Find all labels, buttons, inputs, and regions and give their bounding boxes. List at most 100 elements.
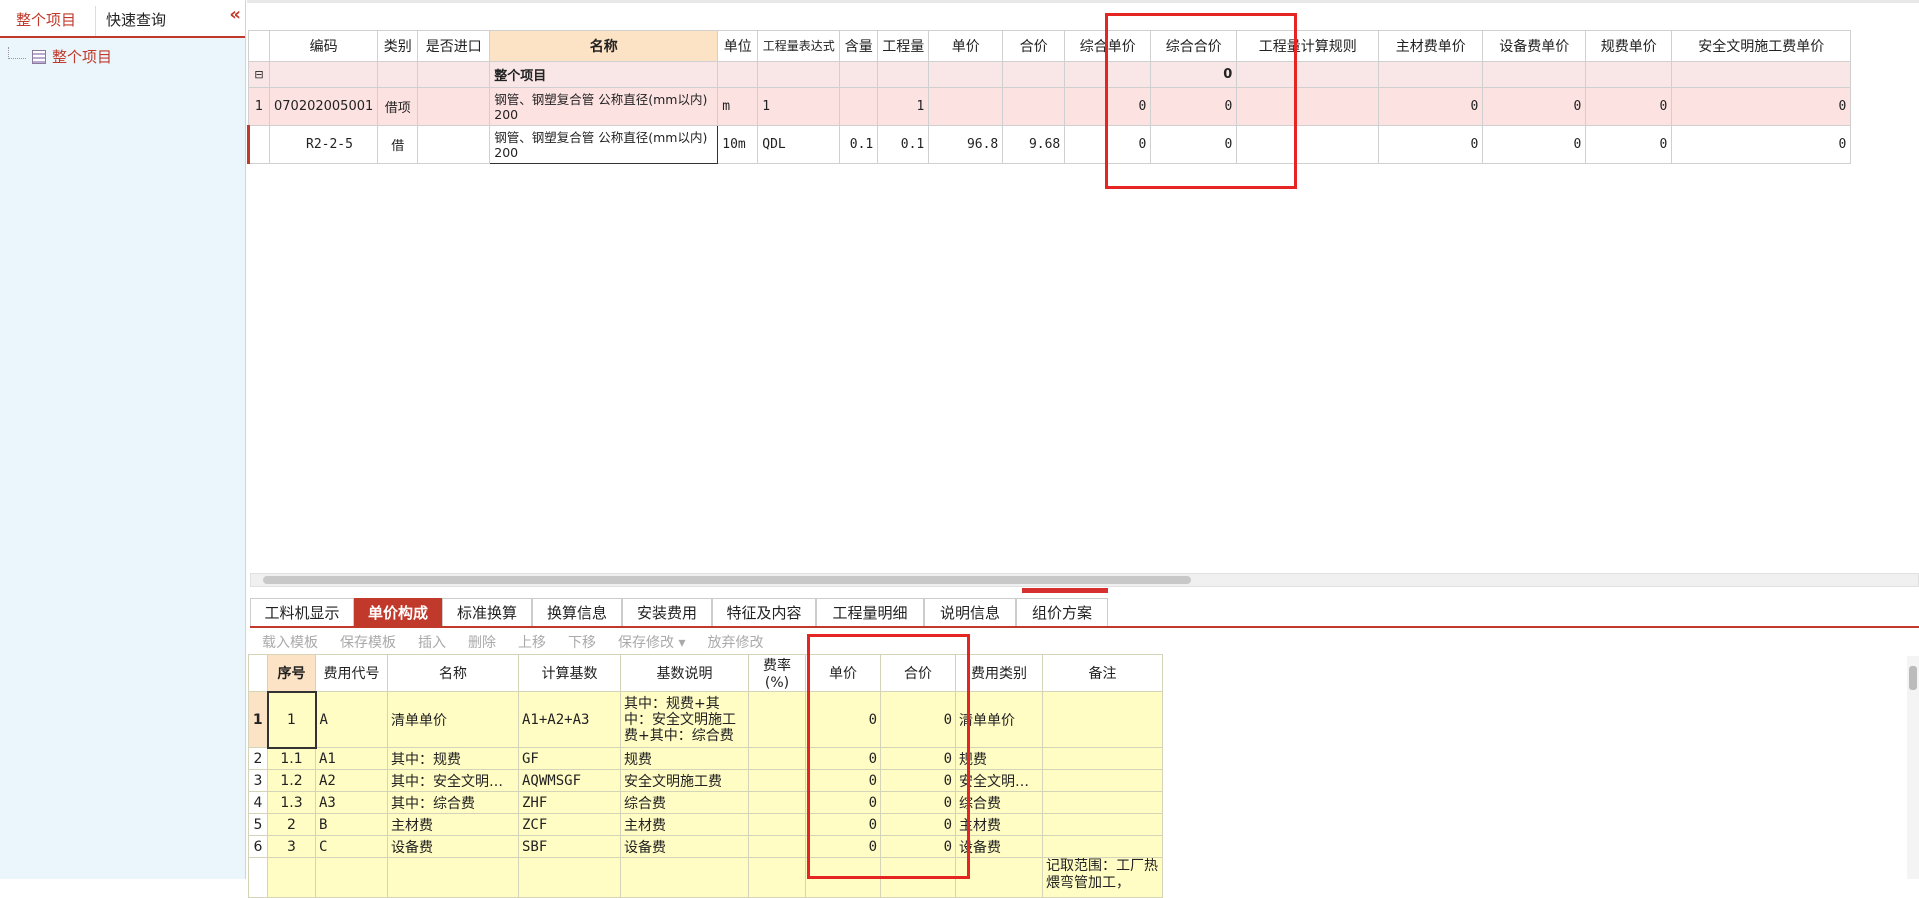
cell-expr[interactable]: 1 <box>757 87 841 126</box>
scroll-thumb[interactable] <box>263 576 1191 584</box>
cell-fee-category[interactable]: 安全文明… <box>955 769 1043 792</box>
cell-unit-price[interactable]: 0 <box>805 747 881 770</box>
cell-seq[interactable]: 3 <box>267 835 316 858</box>
cell-expr[interactable]: QDL <box>757 125 841 164</box>
discard-changes-button[interactable]: 放弃修改 <box>707 631 763 655</box>
cell-name[interactable]: 钢管、钢塑复合管 公称直径(mm以内) 200 <box>489 87 719 126</box>
cell-unit-price[interactable]: 0 <box>805 835 881 858</box>
col-header-rule[interactable]: 工程量计算规则 <box>1236 30 1380 62</box>
cell-base-desc[interactable]: 综合费 <box>620 791 749 814</box>
col-header-remark[interactable]: 备注 <box>1042 654 1163 692</box>
vertical-scrollbar[interactable] <box>1907 656 1919 879</box>
insert-button[interactable]: 插入 <box>418 631 446 655</box>
cell-seq[interactable]: 1.2 <box>267 769 316 792</box>
col-header-fees[interactable]: 规费单价 <box>1585 30 1673 62</box>
col-header-code[interactable]: 编码 <box>268 30 379 62</box>
tab-unit-price-composition[interactable]: 单价构成 <box>354 598 442 626</box>
cell-name[interactable]: 其中：规费 <box>387 747 519 770</box>
cell-total[interactable]: 0 <box>880 791 956 814</box>
col-header-type[interactable]: 类别 <box>377 30 419 62</box>
table-row[interactable]: 1 1 A 清单单价 A1+A2+A3 其中：规费+其中：安全文明施工费+其中：… <box>248 690 1163 749</box>
cell-base[interactable]: SBF <box>518 835 621 858</box>
cell-seq[interactable]: 1 <box>266 690 317 749</box>
cell-rate[interactable] <box>748 691 806 748</box>
cell-safety[interactable]: 0 <box>1671 125 1852 164</box>
cell-remark[interactable]: 记取范围：工厂热煨弯管加工， <box>1042 857 1163 898</box>
cell-base[interactable]: GF <box>518 747 621 770</box>
cell-equipment[interactable]: 0 <box>1482 87 1587 126</box>
tab-quantity-detail[interactable]: 工程量明细 <box>816 598 924 626</box>
col-header-unit-price[interactable]: 单价 <box>805 654 881 692</box>
cell-remark[interactable] <box>1042 791 1163 814</box>
cell-base[interactable]: ZHF <box>518 791 621 814</box>
col-header-unit[interactable]: 单位 <box>717 30 759 62</box>
cell-base-desc[interactable]: 设备费 <box>620 835 749 858</box>
col-header-composite-price[interactable]: 综合单价 <box>1064 30 1152 62</box>
table-row[interactable]: 6 3 C 设备费 SBF 设备费 0 0 设备费 <box>248 835 1163 858</box>
tab-standard-conversion[interactable]: 标准换算 <box>442 598 532 626</box>
cell-import[interactable] <box>417 125 491 164</box>
cell-rate[interactable] <box>748 747 806 770</box>
cell-fee-code[interactable]: B <box>315 813 388 836</box>
cell-composite-price[interactable]: 0 <box>1064 87 1152 126</box>
cell-base[interactable]: A1+A2+A3 <box>518 691 621 748</box>
cell-amount[interactable] <box>1002 87 1066 126</box>
cell-unit-price[interactable]: 0 <box>805 813 881 836</box>
cell-unit-price[interactable]: 0 <box>805 769 881 792</box>
tab-pricing-scheme[interactable]: 组价方案 <box>1016 598 1108 626</box>
tab-conversion-info[interactable]: 换算信息 <box>532 598 622 626</box>
load-template-button[interactable]: 载入模板 <box>262 631 318 655</box>
cell-equipment[interactable]: 0 <box>1482 125 1587 164</box>
cell-rule[interactable] <box>1236 125 1380 164</box>
cell-base[interactable]: ZCF <box>518 813 621 836</box>
cell-price[interactable] <box>928 87 1004 126</box>
cell-safety[interactable]: 0 <box>1671 87 1852 126</box>
cell-name[interactable]: 清单单价 <box>387 691 519 748</box>
cell-qty[interactable]: 0.1 <box>877 125 930 164</box>
cell-fee-code[interactable]: A3 <box>315 791 388 814</box>
cell-fee-code[interactable]: A <box>315 691 388 748</box>
cell-price[interactable]: 96.8 <box>928 125 1004 164</box>
col-header-main-material[interactable]: 主材费单价 <box>1378 30 1484 62</box>
cell-fees[interactable]: 0 <box>1585 87 1673 126</box>
table-row[interactable]: 1 070202005001 借项 钢管、钢塑复合管 公称直径(mm以内) 20… <box>248 87 1852 126</box>
cell-fee-category[interactable]: 主材费 <box>955 813 1043 836</box>
cell-fee-category[interactable]: 清单单价 <box>955 691 1043 748</box>
cell-remark[interactable] <box>1042 769 1163 792</box>
group-row[interactable]: ⊟ 整个项目 0 <box>248 61 1852 88</box>
cell-name[interactable]: 其中：安全文明… <box>387 769 519 792</box>
cell-unit[interactable]: m <box>717 87 759 126</box>
cell-fee-code[interactable]: A1 <box>315 747 388 770</box>
col-header-name[interactable]: 名称 <box>387 654 519 692</box>
cell-rate[interactable] <box>748 813 806 836</box>
cell-name[interactable]: 设备费 <box>387 835 519 858</box>
cell-rule[interactable] <box>1236 87 1380 126</box>
col-header-content[interactable]: 含量 <box>839 30 879 62</box>
cell-fee-category[interactable]: 综合费 <box>955 791 1043 814</box>
col-header-base-desc[interactable]: 基数说明 <box>620 654 749 692</box>
tab-features[interactable]: 特征及内容 <box>712 598 816 626</box>
cell-content[interactable] <box>839 87 879 126</box>
cell-code[interactable]: R2-2-5 <box>268 125 379 164</box>
col-header-import[interactable]: 是否进口 <box>417 30 491 62</box>
tab-quick-search[interactable]: 快速查询 <box>95 6 176 36</box>
tab-installation-fee[interactable]: 安装费用 <box>622 598 712 626</box>
col-header-name[interactable]: 名称 <box>489 30 719 62</box>
cell-base-desc[interactable]: 其中：规费+其中：安全文明施工费+其中：综合费 <box>620 691 749 748</box>
col-header-composite-amount[interactable]: 综合合价 <box>1150 30 1238 62</box>
panel-splitter[interactable] <box>1022 588 1108 593</box>
save-changes-button[interactable]: 保存修改 ▾ <box>618 631 685 655</box>
table-row[interactable]: 2 1.1 A1 其中：规费 GF 规费 0 0 规费 <box>248 747 1163 770</box>
table-row[interactable]: 3 1.2 A2 其中：安全文明… AQWMSGF 安全文明施工费 0 0 安全… <box>248 769 1163 792</box>
cell-unit-price[interactable]: 0 <box>805 691 881 748</box>
col-header-rate[interactable]: 费率(%) <box>748 654 806 692</box>
cell-base-desc[interactable]: 规费 <box>620 747 749 770</box>
cell-type[interactable]: 借项 <box>377 87 419 126</box>
cell-base-desc[interactable]: 主材费 <box>620 813 749 836</box>
col-header-fee-code[interactable]: 费用代号 <box>315 654 388 692</box>
horizontal-scrollbar[interactable] <box>250 573 1919 587</box>
tab-labor-material[interactable]: 工料机显示 <box>250 598 354 626</box>
table-row[interactable]: 记取范围：工厂热煨弯管加工， <box>248 857 1163 898</box>
cell-base-desc[interactable]: 安全文明施工费 <box>620 769 749 792</box>
col-header-price[interactable]: 单价 <box>928 30 1004 62</box>
